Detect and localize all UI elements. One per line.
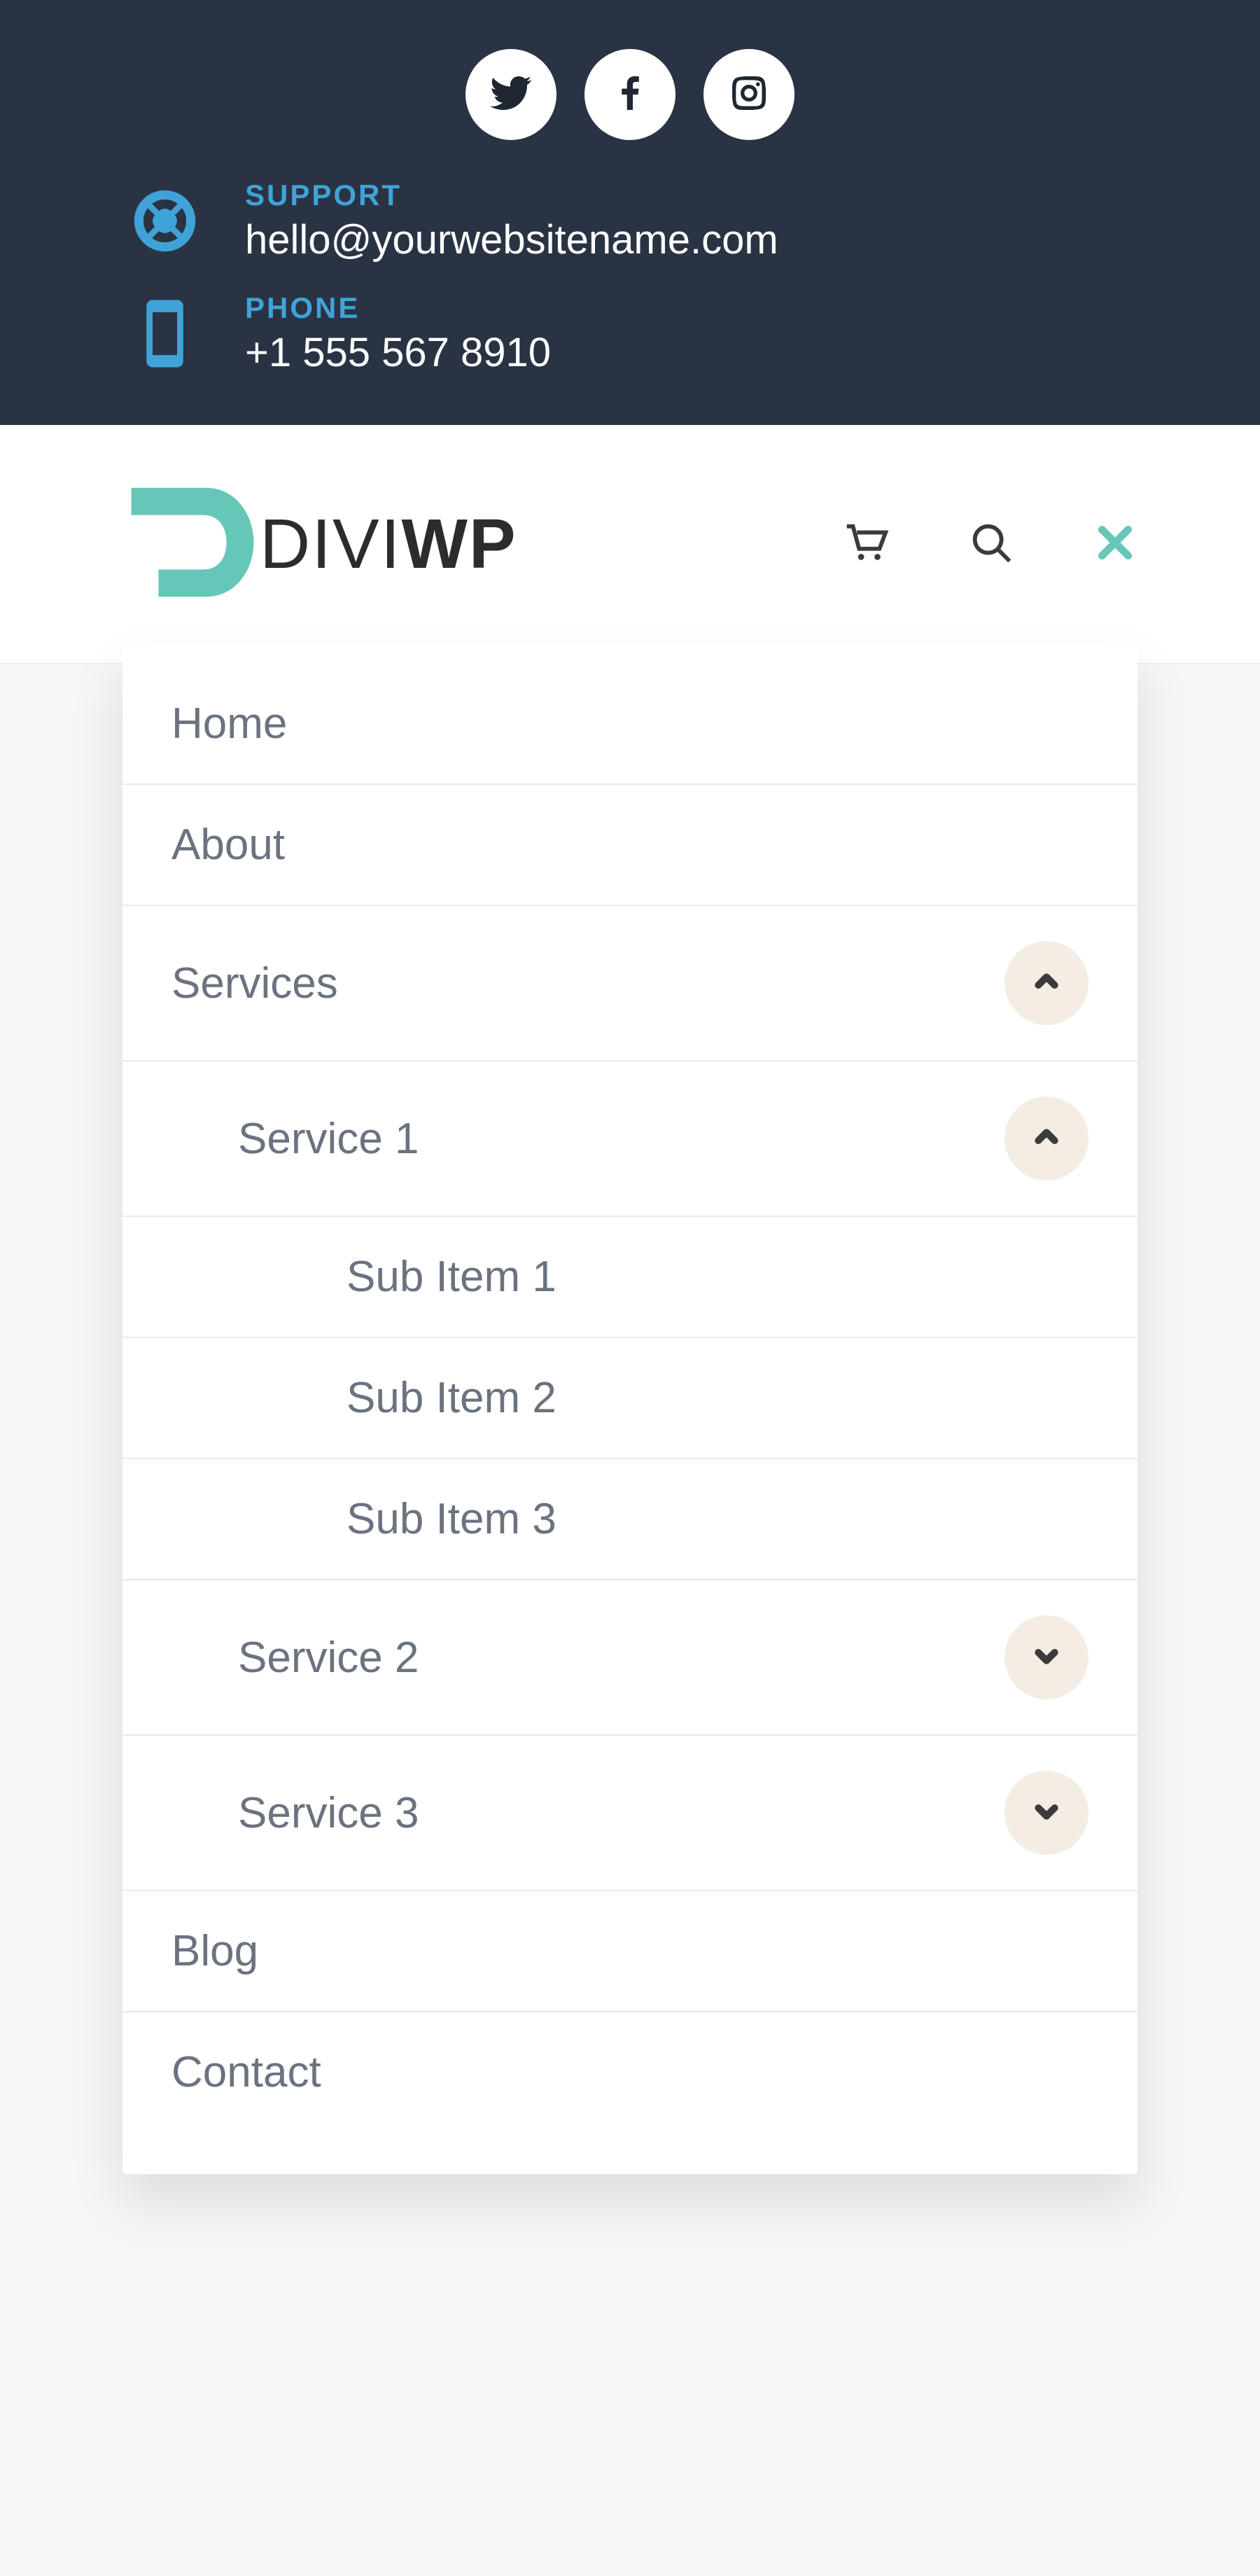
nav-service-2[interactable]: Service 2 <box>238 1633 419 1683</box>
logo-text: DIVIWP <box>260 504 517 585</box>
nav-contact[interactable]: Contact <box>172 2047 321 2097</box>
nav-sub-item-3[interactable]: Sub Item 3 <box>346 1494 556 1544</box>
nav-sub-item-2[interactable]: Sub Item 2 <box>346 1373 556 1423</box>
social-row <box>122 49 1138 140</box>
phone-value: +1 555 567 8910 <box>245 329 551 376</box>
services-toggle[interactable] <box>1004 941 1088 1025</box>
twitter-button[interactable] <box>465 49 556 140</box>
mobile-menu-panel: Home About Services Service 1 <box>122 643 1138 2174</box>
header: DIVIWP <box>0 425 1260 664</box>
service-1-toggle[interactable] <box>1004 1096 1088 1181</box>
chevron-up-icon <box>1032 1123 1060 1155</box>
service-2-toggle[interactable] <box>1004 1615 1088 1699</box>
instagram-icon <box>727 71 771 119</box>
facebook-icon <box>608 71 652 119</box>
phone-label: PHONE <box>245 291 551 325</box>
search-icon <box>967 558 1016 570</box>
cart-button[interactable] <box>841 518 890 571</box>
phone-icon <box>122 297 206 370</box>
cart-icon <box>841 558 890 570</box>
nav-home[interactable]: Home <box>172 699 287 749</box>
service-3-toggle[interactable] <box>1004 1771 1088 1855</box>
support-label: SUPPORT <box>245 179 778 212</box>
phone-block: PHONE +1 555 567 8910 <box>122 291 1138 376</box>
chevron-down-icon <box>1032 1642 1060 1673</box>
instagram-button[interactable] <box>704 49 794 140</box>
menu-close-button[interactable] <box>1093 520 1138 569</box>
nav-service-3[interactable]: Service 3 <box>238 1788 419 1838</box>
twitter-icon <box>489 71 533 119</box>
nav-about[interactable]: About <box>172 820 285 870</box>
search-button[interactable] <box>967 518 1016 571</box>
chevron-down-icon <box>1032 1797 1060 1829</box>
nav-sub-item-1[interactable]: Sub Item 1 <box>346 1252 556 1302</box>
nav-blog[interactable]: Blog <box>172 1926 258 1976</box>
logo-mark-icon <box>122 481 262 607</box>
close-icon <box>1093 556 1138 568</box>
nav-services[interactable]: Services <box>172 959 338 1008</box>
lifebuoy-icon <box>122 184 206 258</box>
support-block: SUPPORT hello@yourwebsitename.com <box>122 179 1138 263</box>
top-bar: SUPPORT hello@yourwebsitename.com PHONE … <box>0 0 1260 425</box>
facebook-button[interactable] <box>584 49 676 140</box>
logo[interactable]: DIVIWP <box>122 481 517 607</box>
support-value: hello@yourwebsitename.com <box>245 216 778 263</box>
chevron-up-icon <box>1032 968 1060 999</box>
nav-service-1[interactable]: Service 1 <box>238 1114 419 1164</box>
